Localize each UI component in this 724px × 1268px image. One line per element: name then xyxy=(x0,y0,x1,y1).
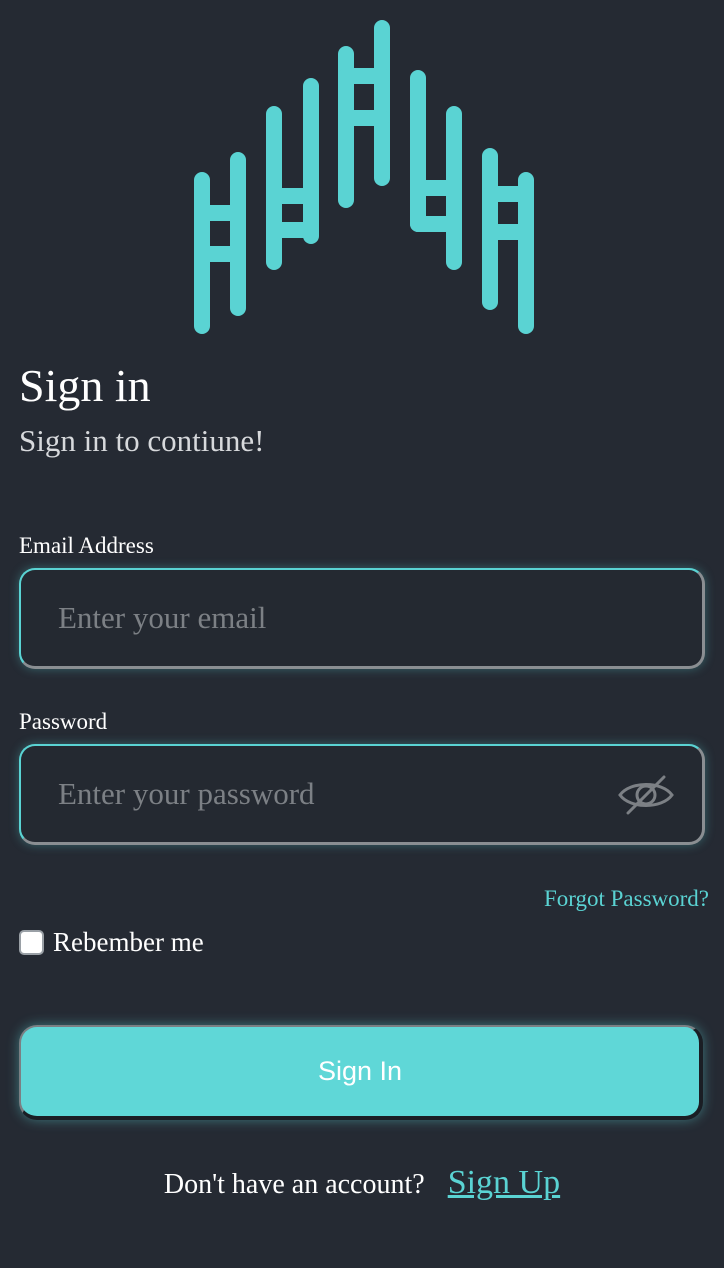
signup-prompt: Don't have an account? Sign Up xyxy=(0,1160,724,1208)
page-subtitle: Sign in to contiune! xyxy=(19,423,265,458)
remember-me-row: Rebember me xyxy=(19,927,204,957)
password-field[interactable] xyxy=(21,746,702,842)
sign-in-button[interactable]: Sign In xyxy=(19,1025,703,1120)
forgot-password-link[interactable]: Forgot Password? xyxy=(544,884,709,914)
remember-me-label: Rebember me xyxy=(53,927,204,957)
remember-me-checkbox[interactable] xyxy=(19,929,44,955)
signup-prompt-text: Don't have an account? xyxy=(163,1169,425,1200)
eye-slash-icon[interactable] xyxy=(616,773,676,817)
email-field[interactable] xyxy=(21,570,702,666)
sound-wave-house-logo-icon xyxy=(194,20,534,334)
email-field-container xyxy=(19,568,705,669)
sign-in-page: Sign in Sign in to contiune! Email Addre… xyxy=(0,0,724,1268)
page-title: Sign in xyxy=(19,360,151,411)
password-label: Password xyxy=(19,709,108,734)
email-label: Email Address xyxy=(19,533,154,558)
password-field-container xyxy=(19,744,705,845)
sign-up-link[interactable]: Sign Up xyxy=(448,1164,560,1201)
